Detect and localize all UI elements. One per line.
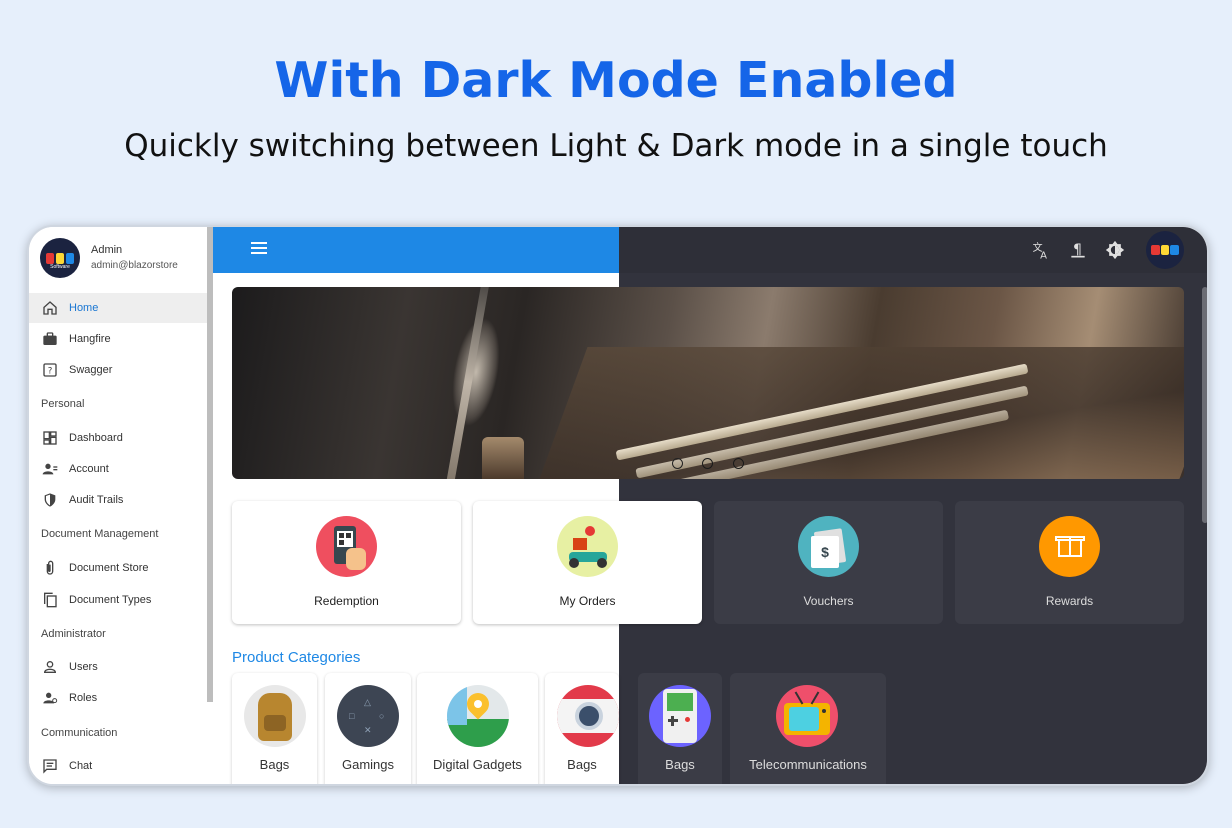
banner-image-box [536,347,1184,479]
sidebar-item-label: Roles [69,692,98,704]
content-scrollbar[interactable] [1202,287,1207,523]
sidebar-item-label: Audit Trails [69,494,124,506]
sidebar-item-dashboard[interactable]: Dashboard [29,423,207,453]
category-bags-gameboy[interactable]: Bags [638,673,722,784]
gift-icon [1039,516,1100,577]
sidebar-item-document-types[interactable]: Document Types [29,585,207,615]
menu-icon[interactable] [251,242,267,256]
card-redemption[interactable]: Redemption [232,501,461,624]
user-icon [43,661,57,673]
sidebar-item-audit-trails[interactable]: Audit Trails [29,485,207,515]
sidebar-item-label: Dashboard [69,432,123,444]
chat-icon [43,759,57,774]
card-label: Redemption [314,594,379,608]
sidebar-item-swagger[interactable]: ? Swagger [29,355,207,385]
card-label: Rewards [1045,594,1094,608]
sidebar-item-roles[interactable]: Roles [29,683,207,713]
dashboard-icon [43,431,57,445]
sidebar-item-label: Users [69,661,98,673]
card-label: Vouchers [803,594,854,608]
sidebar-item-users[interactable]: Users [29,652,207,682]
svg-text:¶: ¶ [1073,242,1082,258]
logo-text: Software [50,264,70,271]
sidebar: Software Admin admin@blazorstore Home Ha… [29,227,213,784]
help-icon: ? [43,363,57,377]
card-my-orders[interactable]: My Orders [473,501,702,624]
sidebar-item-label: Document Store [69,562,149,574]
gamepad-icon: △ □ ○ ✕ [337,685,399,747]
sidebar-item-label: Chat [69,760,93,772]
category-bags-camera[interactable]: Bags [545,673,619,784]
delivery-scooter-icon [557,516,618,577]
card-label: My Orders [559,594,616,608]
translate-icon[interactable]: 文 A [1031,240,1051,260]
section-personal: Personal [41,398,85,410]
sidebar-item-label: Hangfire [69,333,111,345]
attachment-icon [46,560,54,575]
map-pin-icon [447,685,509,747]
category-bags[interactable]: Bags [232,673,317,784]
sidebar-item-chat[interactable]: Chat [29,751,207,781]
account-icon [42,463,58,475]
section-document-management: Document Management [41,528,159,540]
theme-toggle-icon[interactable] [1105,240,1125,260]
card-rewards[interactable]: Rewards [955,501,1184,624]
hero-title: With Dark Mode Enabled [274,52,958,109]
backpack-icon [244,685,306,747]
sidebar-item-document-store[interactable]: Document Store [29,553,207,583]
card-vouchers[interactable]: $ Vouchers [714,501,943,624]
sidebar-item-label: Account [69,463,109,475]
category-label: Bags [665,757,695,772]
section-administrator: Administrator [41,628,106,640]
profile-email: admin@blazorstore [91,260,178,271]
app-bar-light [213,227,619,273]
gameboy-icon [649,685,711,747]
copy-icon [44,592,57,608]
sidebar-item-label: Home [69,302,99,314]
voucher-icon: $ [798,516,859,577]
user-avatar[interactable] [1146,231,1184,269]
home-icon [43,301,57,315]
sidebar-item-hangfire[interactable]: Hangfire [29,324,207,354]
shield-icon [44,493,56,507]
hero-subtitle: Quickly switching between Light & Dark m… [124,128,1108,164]
category-gamings[interactable]: △ □ ○ ✕ Gamings [325,673,411,784]
profile-header[interactable]: Software Admin admin@blazorstore [29,227,213,289]
carousel-dot-2[interactable] [702,458,713,469]
rtl-icon[interactable]: ¶ [1068,240,1088,260]
hero-carousel[interactable] [232,287,1184,479]
sidebar-item-account[interactable]: Account [29,454,207,484]
camera-icon [557,685,619,747]
svg-text:?: ? [48,366,53,376]
roles-icon [43,692,58,704]
logo-avatar: Software [40,238,80,278]
qr-phone-icon [316,516,377,577]
category-label: Bags [567,757,597,772]
product-categories-title: Product Categories [232,649,361,666]
category-label: Telecommunications [749,757,867,772]
svg-text:A: A [1040,250,1047,260]
category-label: Digital Gadgets [433,757,522,772]
sidebar-item-home[interactable]: Home [29,293,207,323]
briefcase-icon [43,332,57,345]
category-digital-gadgets[interactable]: Digital Gadgets [417,673,538,784]
category-telecommunications[interactable]: Telecommunications [730,673,886,784]
banner-image-inkwell [482,437,524,479]
carousel-dot-1[interactable] [672,458,683,469]
app-window: Software Admin admin@blazorstore Home Ha… [27,225,1209,786]
sidebar-item-label: Swagger [69,364,113,376]
carousel-dot-3[interactable] [733,458,744,469]
profile-name: Admin [91,244,123,256]
tv-icon [776,685,838,747]
section-communication: Communication [41,727,118,739]
sidebar-item-label: Document Types [69,594,152,606]
category-label: Bags [259,757,290,772]
category-label: Gamings [341,757,395,772]
